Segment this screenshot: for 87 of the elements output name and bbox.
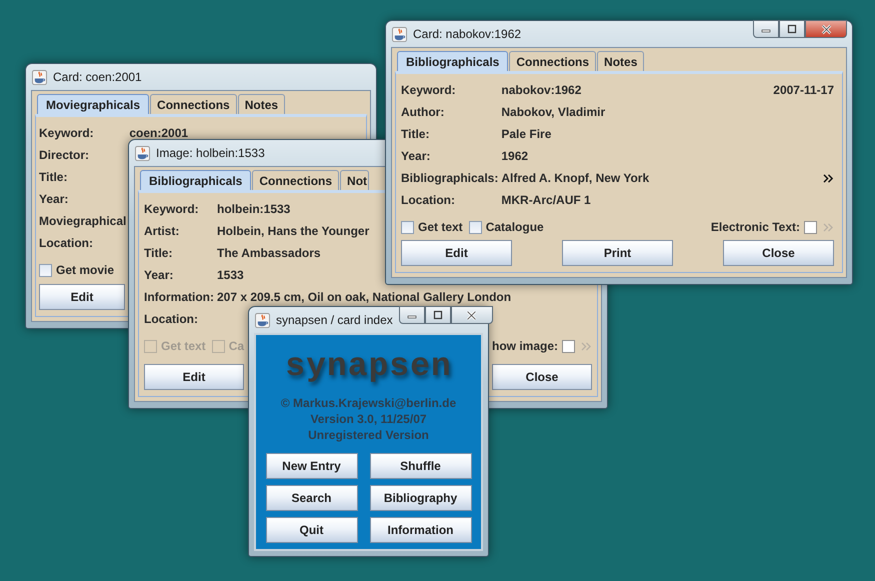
cup-icon bbox=[255, 312, 270, 328]
info-text: Unregistered Version bbox=[308, 427, 429, 443]
minimize-button[interactable] bbox=[753, 20, 779, 38]
action-button[interactable]: Print bbox=[562, 240, 673, 266]
field-label: Title: bbox=[39, 170, 68, 185]
cup-icon bbox=[32, 70, 47, 84]
date-text: 2007-11-17 bbox=[773, 83, 834, 98]
tab[interactable]: Bibliographicals bbox=[140, 170, 252, 190]
cup-icon bbox=[135, 146, 150, 160]
field-label: Title: bbox=[401, 127, 430, 142]
field-value: Pale Fire bbox=[501, 127, 552, 142]
field-label: Information: bbox=[144, 290, 214, 305]
field-label: Keyword: bbox=[144, 202, 200, 217]
menu-button[interactable]: Shuffle bbox=[370, 453, 472, 479]
field-label: Keyword: bbox=[39, 126, 95, 141]
field-value: The Ambassadors bbox=[217, 246, 321, 261]
checkbox[interactable] bbox=[804, 220, 817, 234]
field-label: Keyword: bbox=[401, 83, 457, 98]
close-icon bbox=[466, 310, 478, 320]
close-icon bbox=[820, 24, 832, 34]
menu-button[interactable]: New Entry bbox=[266, 453, 358, 479]
field-label: Artist: bbox=[144, 224, 180, 239]
field-label: Location: bbox=[144, 312, 199, 327]
checkbox-label: Ca bbox=[228, 339, 244, 353]
tab[interactable]: Connections bbox=[252, 170, 340, 190]
tab[interactable]: Not bbox=[340, 170, 370, 190]
window-title: Card: coen:2001 bbox=[53, 70, 142, 84]
field-label: Author: bbox=[401, 105, 446, 120]
tab[interactable]: Moviegraphicals bbox=[37, 94, 150, 114]
tab[interactable]: Bibliographicals bbox=[397, 51, 508, 71]
window-title: Card: nabokov:1962 bbox=[413, 27, 522, 41]
maximize-button[interactable] bbox=[779, 20, 805, 38]
tab[interactable]: Notes bbox=[238, 94, 286, 114]
tab[interactable]: Connections bbox=[509, 51, 596, 71]
field-label: Location: bbox=[401, 193, 456, 208]
checkbox[interactable] bbox=[39, 264, 52, 276]
cup-icon bbox=[392, 26, 407, 42]
field-label: Location: bbox=[39, 236, 94, 251]
maximize-button[interactable] bbox=[424, 306, 451, 324]
field-label: Moviegraphical bbox=[39, 214, 126, 229]
maximize-icon bbox=[432, 310, 443, 320]
maximize-icon bbox=[787, 24, 797, 34]
info-text: © Markus.Krajewski@berlin.de bbox=[280, 395, 456, 411]
action-button[interactable]: Edit bbox=[39, 284, 125, 310]
close-button[interactable] bbox=[450, 306, 493, 324]
field-value: 1533 bbox=[217, 268, 244, 283]
minimize-button[interactable] bbox=[398, 306, 425, 324]
field-value: Holbein, Hans the Younger bbox=[217, 224, 370, 239]
menu-button[interactable]: Search bbox=[266, 485, 358, 511]
field-value: Nabokov, Vladimir bbox=[501, 105, 606, 120]
field-value: 1962 bbox=[501, 149, 528, 164]
action-button[interactable]: Edit bbox=[401, 240, 512, 266]
checkbox-label: Get movie bbox=[56, 263, 114, 277]
tab[interactable]: Notes bbox=[597, 51, 644, 71]
field-value: Alfred A. Knopf, New York bbox=[501, 171, 650, 186]
field-label: Year: bbox=[401, 149, 432, 164]
window-title: synapsen / card index bbox=[276, 313, 393, 327]
double-chevron-icon[interactable] bbox=[823, 174, 834, 183]
checkbox-label: how image: bbox=[492, 339, 558, 353]
field-value: nabokov:1962 bbox=[501, 83, 582, 98]
info-text: Version 3.0, 11/25/07 bbox=[310, 411, 427, 427]
close-button[interactable] bbox=[805, 20, 847, 38]
checkbox-label: Electronic Text: bbox=[710, 220, 800, 234]
checkbox-label: Get text bbox=[418, 220, 463, 234]
checkbox[interactable] bbox=[468, 220, 482, 234]
action-button[interactable]: Close bbox=[723, 240, 834, 266]
menu-button[interactable]: Bibliography bbox=[370, 485, 472, 511]
tab[interactable]: Connections bbox=[150, 94, 237, 114]
field-value: coen:2001 bbox=[129, 126, 188, 141]
window-title: Image: holbein:1533 bbox=[156, 146, 265, 160]
logo-text: synapsen bbox=[285, 347, 452, 387]
field-label: Title: bbox=[144, 246, 174, 261]
field-label: Director: bbox=[39, 148, 90, 163]
field-value: holbein:1533 bbox=[217, 202, 290, 217]
action-button[interactable]: Close bbox=[492, 364, 592, 390]
field-label: Year: bbox=[39, 192, 70, 207]
checkbox[interactable] bbox=[401, 220, 414, 234]
menu-button[interactable]: Quit bbox=[266, 517, 358, 543]
field-label: Bibliographicals: bbox=[401, 171, 498, 186]
checkbox-label: Catalogue bbox=[486, 220, 544, 234]
field-value: MKR-Arc/AUF 1 bbox=[501, 193, 591, 208]
checkbox[interactable] bbox=[562, 340, 575, 352]
menu-button[interactable]: Information bbox=[370, 517, 472, 543]
field-value: 207 x 209.5 cm, Oil on oak, National Gallery London bbox=[217, 290, 512, 305]
field-label: Year: bbox=[144, 268, 174, 283]
checkbox-label: Get text bbox=[161, 339, 206, 353]
action-button[interactable]: Edit bbox=[144, 364, 244, 390]
